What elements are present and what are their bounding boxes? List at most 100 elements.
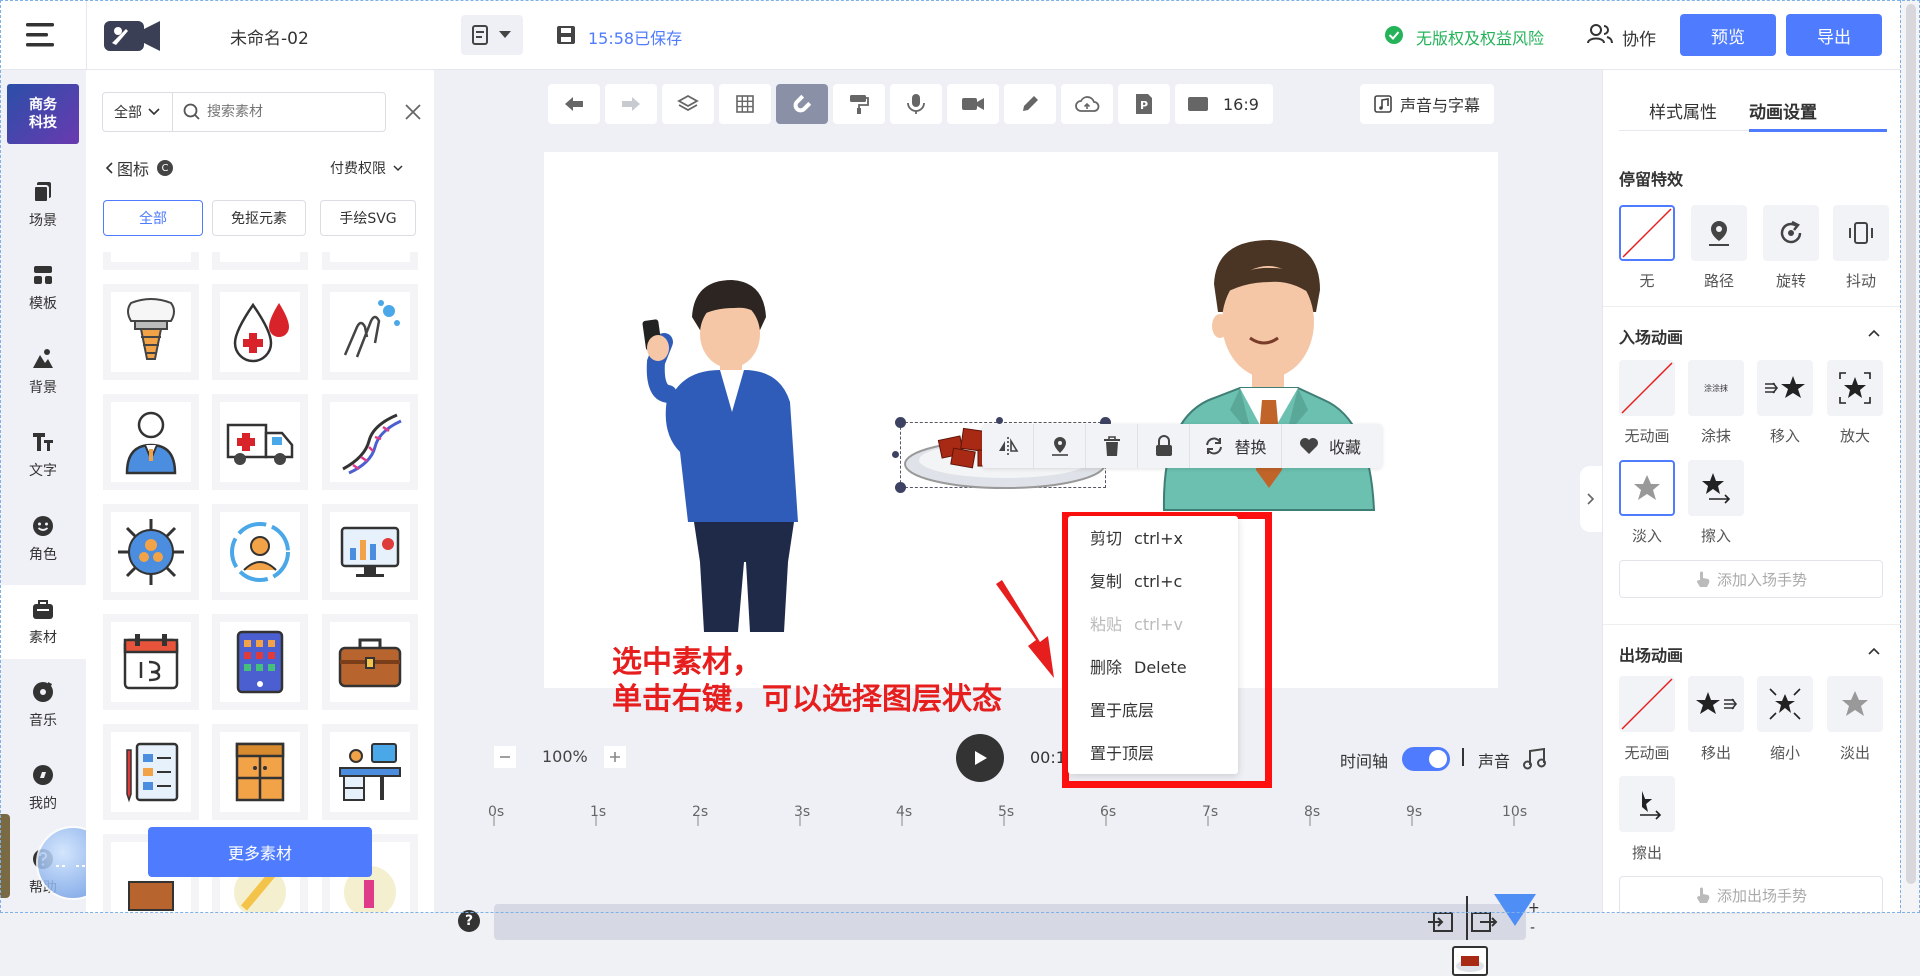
- grid-item-profile-circle[interactable]: [212, 504, 308, 600]
- grid-button[interactable]: [719, 84, 771, 124]
- category-select[interactable]: 全部: [103, 93, 173, 131]
- enter-fade-in[interactable]: [1619, 460, 1675, 516]
- menu-item-copy[interactable]: 复制 ctrl+c: [1090, 568, 1182, 592]
- tab-animation[interactable]: 动画设置: [1749, 98, 1817, 123]
- resize-handle[interactable]: [892, 451, 899, 458]
- music-note-icon[interactable]: [1522, 747, 1548, 771]
- microphone-button[interactable]: [890, 84, 942, 124]
- close-icon[interactable]: [404, 103, 422, 121]
- search-input[interactable]: [207, 101, 377, 123]
- nav-music[interactable]: 音乐: [0, 668, 86, 742]
- exit-fade-out[interactable]: [1827, 676, 1883, 732]
- resize-handle[interactable]: [996, 417, 1003, 424]
- nav-material[interactable]: 素材: [0, 585, 86, 659]
- copyright-status[interactable]: 无版权及权益风险: [1416, 25, 1544, 49]
- zoom-in-button[interactable]: [604, 746, 626, 768]
- grid-item-tablet[interactable]: [212, 614, 308, 710]
- stay-none[interactable]: [1619, 205, 1675, 261]
- flip-button[interactable]: [982, 424, 1034, 468]
- clip-thumbnail[interactable]: [1452, 946, 1488, 976]
- page-scrollbar[interactable]: [1900, 0, 1920, 913]
- nav-scene[interactable]: 场景: [0, 168, 86, 242]
- collab-label[interactable]: 协作: [1622, 25, 1656, 50]
- delete-button[interactable]: [1086, 424, 1138, 468]
- exit-wipe-out[interactable]: [1619, 776, 1675, 832]
- layers-button[interactable]: [662, 84, 714, 124]
- undo-button[interactable]: [548, 84, 600, 124]
- stay-rotate[interactable]: [1763, 205, 1819, 261]
- tab-style[interactable]: 样式属性: [1649, 98, 1717, 123]
- sound-subtitle-button[interactable]: 声音与字幕: [1360, 84, 1494, 124]
- cloud-button[interactable]: [1061, 84, 1113, 124]
- grid-item[interactable]: [103, 252, 199, 270]
- doc-title[interactable]: 未命名-02: [230, 24, 309, 49]
- grid-item[interactable]: [322, 252, 418, 270]
- lock-button[interactable]: [1138, 424, 1190, 468]
- grid-item-dna[interactable]: [322, 394, 418, 490]
- favorite-button[interactable]: 收藏: [1282, 424, 1378, 468]
- resize-handle[interactable]: [895, 482, 906, 493]
- magnet-button[interactable]: [776, 84, 828, 124]
- menu-item-paste[interactable]: 粘贴 ctrl+v: [1090, 611, 1183, 635]
- replace-button[interactable]: 替换: [1190, 424, 1282, 468]
- back-nav[interactable]: 图标 C: [104, 156, 174, 180]
- enter-zoom-in[interactable]: [1827, 360, 1883, 416]
- nav-mine[interactable]: 我的: [0, 751, 86, 825]
- enter-wipe-in[interactable]: [1688, 460, 1744, 516]
- file-menu-button[interactable]: [461, 15, 523, 55]
- filter-cutout[interactable]: 免抠元素: [212, 200, 306, 236]
- path-button[interactable]: [1034, 424, 1086, 468]
- chevron-up-icon[interactable]: [1867, 646, 1881, 656]
- format-painter-button[interactable]: [833, 84, 885, 124]
- grid-item[interactable]: [212, 252, 308, 270]
- aspect-ratio-button[interactable]: 16:9: [1175, 84, 1273, 124]
- chevron-up-icon[interactable]: [1867, 328, 1881, 338]
- enter-smear[interactable]: 涂涂抹: [1688, 360, 1744, 416]
- timeline-track[interactable]: [494, 904, 1526, 940]
- grid-item-briefcase[interactable]: [322, 614, 418, 710]
- resize-handle[interactable]: [895, 417, 906, 428]
- menu-item-cut[interactable]: 剪切 ctrl+x: [1090, 525, 1183, 549]
- pen-button[interactable]: [1004, 84, 1056, 124]
- preview-button[interactable]: 预览: [1680, 14, 1776, 56]
- grid-item-dashboard[interactable]: [322, 504, 418, 600]
- grid-item-hand-wash[interactable]: [322, 284, 418, 380]
- nav-template[interactable]: 模板: [0, 251, 86, 325]
- nav-background[interactable]: 背景: [0, 335, 86, 409]
- character-phone-man[interactable]: [634, 262, 834, 632]
- menu-item-send-to-back[interactable]: 置于底层: [1090, 697, 1154, 721]
- nav-text[interactable]: 文字: [0, 418, 86, 492]
- redo-button[interactable]: [605, 84, 657, 124]
- grid-item-blood-drop[interactable]: [212, 284, 308, 380]
- grid-item-virus[interactable]: [103, 504, 199, 600]
- filter-all[interactable]: 全部: [103, 200, 203, 236]
- menu-icon[interactable]: [24, 20, 56, 50]
- exit-none[interactable]: [1619, 676, 1675, 732]
- paid-filter[interactable]: 付费权限: [330, 158, 404, 178]
- menu-item-bring-to-front[interactable]: 置于顶层: [1090, 740, 1154, 764]
- grid-item-office-desk[interactable]: [322, 724, 418, 820]
- enter-none[interactable]: [1619, 360, 1675, 416]
- grid-item-doctor[interactable]: [103, 394, 199, 490]
- grid-item-cabinet[interactable]: [212, 724, 308, 820]
- add-exit-gesture-button[interactable]: 添加出场手势: [1619, 876, 1883, 914]
- enter-transition-icon[interactable]: [1426, 908, 1454, 936]
- filter-svg[interactable]: 手绘SVG: [320, 200, 416, 236]
- grid-item-notebook[interactable]: [103, 724, 199, 820]
- exit-shrink[interactable]: [1757, 676, 1813, 732]
- timeline-toggle[interactable]: [1402, 747, 1450, 771]
- export-button[interactable]: 导出: [1786, 14, 1882, 56]
- collab-icon[interactable]: [1587, 23, 1613, 45]
- enter-move-in[interactable]: [1757, 360, 1813, 416]
- more-materials-button[interactable]: 更多素材: [148, 827, 372, 877]
- timeline-help-icon[interactable]: ?: [458, 910, 480, 932]
- save-icon[interactable]: [556, 25, 576, 45]
- collapse-right-handle[interactable]: [1580, 466, 1602, 532]
- grid-item-calendar[interactable]: [103, 614, 199, 710]
- exit-move-out[interactable]: [1688, 676, 1744, 732]
- stay-shake[interactable]: [1833, 205, 1889, 261]
- timeline-zoom-out[interactable]: -: [1530, 920, 1535, 936]
- ppt-button[interactable]: P: [1118, 84, 1170, 124]
- camera-button[interactable]: [947, 84, 999, 124]
- stay-path[interactable]: [1691, 205, 1747, 261]
